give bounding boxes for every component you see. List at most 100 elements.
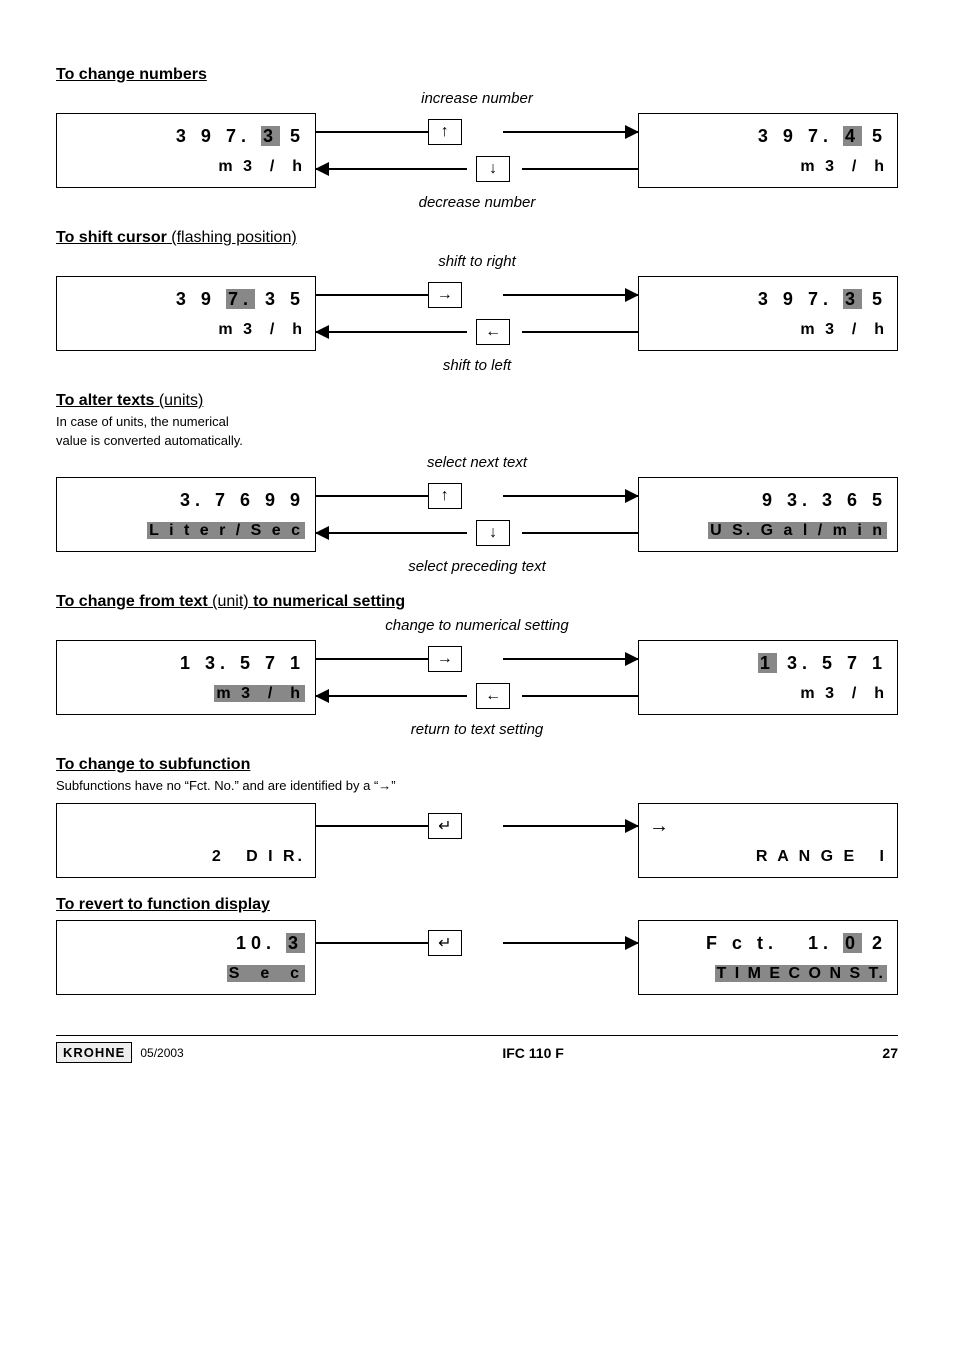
caption-increase: increase number — [56, 90, 898, 107]
enter-key[interactable]: ↵ — [428, 930, 462, 956]
unit-text: L i t e r / S e c — [147, 522, 305, 539]
line2: m 3 / h — [214, 685, 305, 703]
left-key[interactable]: ← — [476, 319, 510, 345]
cursor-digit: 4 — [843, 126, 862, 146]
line1-empty — [295, 816, 305, 837]
txt: F c t. 1. — [706, 933, 843, 953]
txt: to numerical setting — [253, 593, 405, 610]
arrow-bottom: ↓ — [316, 518, 638, 548]
arrows: ↑ ↓ — [316, 113, 638, 188]
display-left: 2 D I R. — [56, 803, 316, 878]
line1: 9 3. 3 6 5 — [762, 490, 887, 511]
up-key[interactable]: ↑ — [428, 119, 462, 145]
display-right: 9 3. 3 6 5 U S. G a l / m i n — [638, 477, 898, 552]
arrowhead-right-icon — [625, 652, 639, 666]
txt: 3 9 7. — [176, 126, 261, 146]
caption-prev-text: select preceding text — [56, 558, 898, 575]
line2: m 3 / h — [800, 158, 887, 176]
arrows: ↵ — [316, 803, 638, 878]
display-left: 10. 3 S e c — [56, 920, 316, 995]
arrow-bottom: ↓ — [316, 154, 638, 184]
line1: 3 9 7. 3 5 — [758, 289, 887, 310]
display-right: 1 3. 5 7 1 m 3 / h — [638, 640, 898, 715]
right-key[interactable]: → — [428, 282, 462, 308]
footer-page: 27 — [882, 1045, 898, 1061]
cursor-digit: 3 — [261, 126, 280, 146]
display-left: 3 9 7. 3 5 m 3 / h — [56, 276, 316, 351]
enter-key[interactable]: ↵ — [428, 813, 462, 839]
line1: 1 3. 5 7 1 — [758, 653, 887, 674]
cursor-digit: 0 — [843, 933, 862, 953]
arrow-top: → — [316, 644, 638, 674]
row-revert: 10. 3 S e c ↵ F c t. 1. 0 2 T I M E C O … — [56, 920, 898, 995]
cursor-digit: 1 — [758, 653, 777, 673]
line1: → — [639, 815, 887, 838]
arrow-top: ↑ — [316, 117, 638, 147]
txt: To change from text — [56, 593, 208, 610]
left-key[interactable]: ← — [476, 683, 510, 709]
unit-text: m 3 / h — [214, 685, 305, 702]
heading-shift-cursor: To shift cursor (flashing position) — [56, 229, 898, 247]
line2: m 3 / h — [800, 685, 887, 703]
txt: 3 5 — [255, 289, 305, 309]
arrowhead-right-icon — [625, 819, 639, 833]
down-key[interactable]: ↓ — [476, 156, 510, 182]
arrow-bottom: ← — [316, 681, 638, 711]
caption-shift-left: shift to left — [56, 357, 898, 374]
txt: 5 — [862, 126, 887, 146]
footer-title: IFC 110 F — [184, 1045, 883, 1061]
line1: 3 9 7. 3 5 — [176, 126, 305, 147]
line1: F c t. 1. 0 2 — [706, 933, 887, 954]
txt: 3 9 — [176, 289, 226, 309]
line1: 3. 7 6 9 9 — [180, 490, 305, 511]
display-right: → R A N G E I — [638, 803, 898, 878]
row-shift-cursor: 3 9 7. 3 5 m 3 / h → ← 3 9 7. 3 5 m 3 / … — [56, 276, 898, 351]
caption-to-text: return to text setting — [56, 721, 898, 738]
row-text-to-num: 1 3. 5 7 1 m 3 / h → ← 1 3. 5 7 1 m 3 / … — [56, 640, 898, 715]
txt: To shift cursor — [56, 229, 167, 246]
arrow-top: ↵ — [316, 811, 638, 841]
txt: 10. — [236, 933, 286, 953]
caption-next-text: select next text — [56, 454, 898, 471]
line2: m 3 / h — [218, 321, 305, 339]
txt: 2 — [862, 933, 887, 953]
down-key[interactable]: ↓ — [476, 520, 510, 546]
display-left: 1 3. 5 7 1 m 3 / h — [56, 640, 316, 715]
line2: m 3 / h — [218, 158, 305, 176]
brand-logo: KROHNE — [56, 1042, 132, 1063]
line2: L i t e r / S e c — [147, 522, 305, 540]
arrowhead-right-icon — [625, 288, 639, 302]
right-key[interactable]: → — [428, 646, 462, 672]
footer: KROHNE 05/2003 IFC 110 F 27 — [56, 1035, 898, 1063]
heading-text-to-num: To change from text (unit) to numerical … — [56, 593, 898, 611]
line2: 2 D I R. — [212, 848, 305, 866]
unit-text: U S. G a l / m i n — [708, 522, 887, 539]
arrows: → ← — [316, 640, 638, 715]
line1: 10. 3 — [236, 933, 305, 954]
heading-alter-texts: To alter texts (units) — [56, 392, 898, 410]
arrowhead-left-icon — [315, 526, 329, 540]
arrowhead-right-icon — [625, 489, 639, 503]
line2: T I M E C O N S T. — [715, 965, 887, 983]
txt: (unit) — [208, 593, 253, 610]
up-key[interactable]: ↑ — [428, 483, 462, 509]
arrow-bottom: ← — [316, 317, 638, 347]
line1: 3 9 7. 3 5 — [176, 289, 305, 310]
caption-shift-right: shift to right — [56, 253, 898, 270]
txt: 5 — [280, 126, 305, 146]
line2: U S. G a l / m i n — [708, 522, 887, 540]
txt: To alter texts — [56, 392, 154, 409]
spacer — [316, 963, 638, 993]
txt: 3 9 7. — [758, 126, 843, 146]
footer-date: 05/2003 — [140, 1046, 183, 1060]
arrows: ↵ — [316, 920, 638, 995]
txt: 3. 5 7 1 — [777, 653, 887, 673]
arrow-top: ↑ — [316, 481, 638, 511]
display-right: 3 9 7. 4 5 m 3 / h — [638, 113, 898, 188]
display-right: F c t. 1. 0 2 T I M E C O N S T. — [638, 920, 898, 995]
txt: (units) — [154, 392, 203, 409]
arrows: → ← — [316, 276, 638, 351]
note2: value is converted automatically. — [56, 433, 898, 448]
arrow-top: → — [316, 280, 638, 310]
txt: 3 9 7. — [758, 289, 843, 309]
